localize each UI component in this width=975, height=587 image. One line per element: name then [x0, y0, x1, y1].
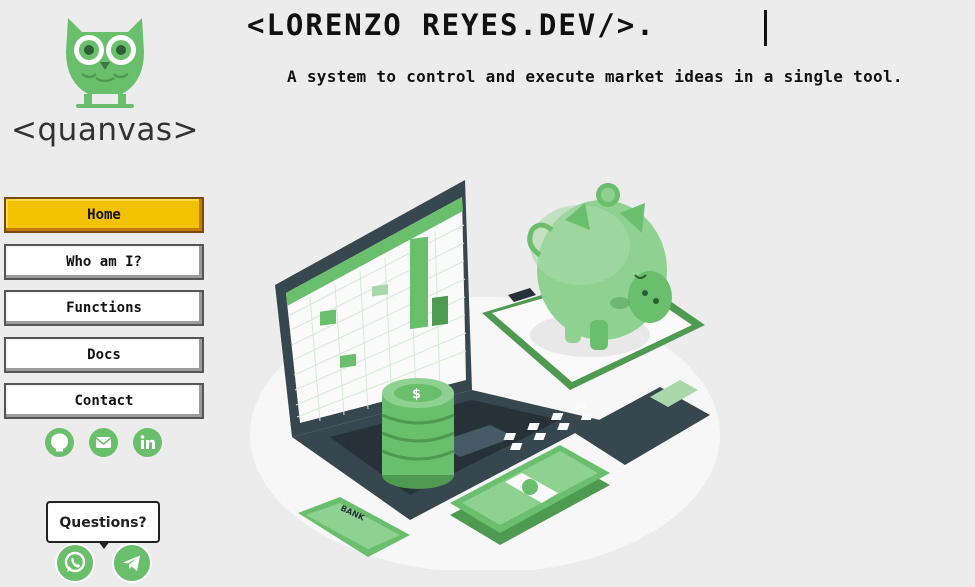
brand-logo-text[interactable]: <quanvas>: [0, 112, 210, 148]
nav-who-am-i-button[interactable]: Who am I?: [4, 243, 204, 280]
sidebar: <quanvas> Home Who am I? Functions Docs …: [0, 0, 210, 587]
questions-bubble[interactable]: Questions?: [46, 501, 160, 543]
whatsapp-icon[interactable]: [55, 543, 95, 583]
page-subtitle: A system to control and execute market i…: [287, 67, 903, 86]
finance-illustration: $ BANK: [250, 180, 720, 570]
nav-home-button[interactable]: Home: [4, 197, 204, 233]
nav-functions-button[interactable]: Functions: [4, 290, 204, 326]
nav-contact-button[interactable]: Contact: [4, 383, 204, 419]
nav-docs-button[interactable]: Docs: [4, 336, 204, 373]
svg-text:$: $: [412, 387, 421, 402]
page: <quanvas> Home Who am I? Functions Docs …: [0, 0, 975, 587]
typing-cursor: [764, 10, 767, 46]
telegram-icon[interactable]: [112, 543, 152, 583]
bubble-tail: [98, 541, 110, 549]
social-links: [45, 428, 170, 458]
main-nav: Home Who am I? Functions Docs Contact: [4, 197, 204, 430]
page-title: <LORENZO REYES.DEV/>.: [247, 8, 656, 42]
email-icon[interactable]: [89, 428, 118, 457]
owl-logo-icon[interactable]: [60, 12, 150, 110]
linkedin-icon[interactable]: [133, 428, 162, 457]
coin-stack-icon: $: [381, 378, 455, 489]
github-icon[interactable]: [45, 428, 74, 457]
